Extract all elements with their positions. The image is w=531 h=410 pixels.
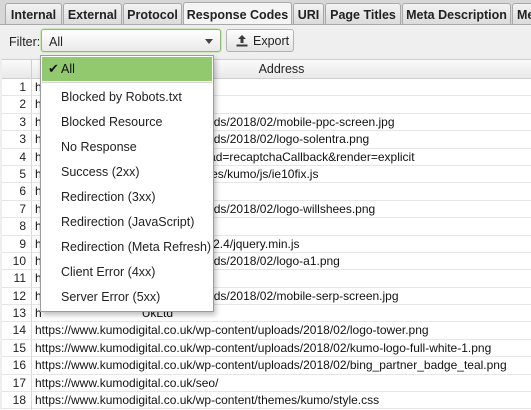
tab-internal[interactable]: Internal <box>5 3 62 24</box>
option-label: Client Error (4xx) <box>61 265 156 279</box>
option-label: Blocked by Robots.txt <box>61 90 182 104</box>
table-row[interactable]: 16 https://www.kumodigital.co.uk/wp-conte… <box>2 357 531 375</box>
tab-uri[interactable]: URI <box>293 3 324 24</box>
filter-label: Filter: <box>9 35 41 49</box>
row-number: 6 <box>2 183 32 201</box>
row-address: https://www.kumodigital.co.uk/seo/ <box>35 375 219 390</box>
filter-toolbar: Filter: All Export <box>0 25 531 57</box>
export-button[interactable]: Export <box>226 29 294 52</box>
row-number: 5 <box>2 165 32 183</box>
filter-option-blocked-by-robots[interactable]: Blocked by Robots.txt <box>42 85 212 109</box>
tab-response-codes[interactable]: Response Codes <box>183 2 292 24</box>
row-number: 4 <box>2 148 32 166</box>
option-label: Redirection (JavaScript) <box>61 215 195 229</box>
export-icon <box>236 35 248 47</box>
export-label: Export <box>253 34 290 48</box>
row-number: 10 <box>2 252 32 270</box>
row-number: 13 <box>2 305 32 323</box>
filter-option-server-error-5xx[interactable]: Server Error (5xx) <box>42 285 212 309</box>
row-number: 15 <box>2 339 32 357</box>
filter-dropdown-menu: ✔ All Blocked by Robots.txt Blocked Reso… <box>40 55 214 312</box>
filter-option-blocked-resource[interactable]: Blocked Resource <box>42 110 212 134</box>
table-row[interactable]: 14 https://www.kumodigital.co.uk/wp-conte… <box>2 322 531 340</box>
option-label: No Response <box>61 140 137 154</box>
table-row[interactable]: 15 https://www.kumodigital.co.uk/wp-conte… <box>2 339 531 358</box>
option-label: All <box>61 62 75 76</box>
option-label: Server Error (5xx) <box>61 290 161 304</box>
row-number: 8 <box>2 218 32 236</box>
row-number: 12 <box>2 287 32 305</box>
tab-external[interactable]: External <box>63 3 122 24</box>
filter-option-redirection-3xx[interactable]: Redirection (3xx) <box>42 185 212 209</box>
row-number: 17 <box>2 374 32 392</box>
row-number: 3 <box>2 131 32 149</box>
row-address: https://www.kumodigital.co.uk/wp-content… <box>35 358 507 373</box>
row-number-header[interactable] <box>2 60 32 78</box>
filter-selected-value: All <box>49 35 63 49</box>
row-number: 18 <box>2 392 32 410</box>
table-row[interactable]: 18 https://www.kumodigital.co.uk/wp-conte… <box>2 392 531 410</box>
row-address: https://www.kumodigital.co.uk/wp-content… <box>35 340 492 355</box>
row-number: 9 <box>2 235 32 253</box>
table-row[interactable]: 17 https://www.kumodigital.co.uk/seo/ <box>2 374 531 393</box>
chevron-down-icon <box>205 39 213 44</box>
row-address: https://www.kumodigital.co.uk/wp-content… <box>35 393 380 408</box>
row-number: 7 <box>2 200 32 218</box>
row-number: 11 <box>2 270 32 288</box>
tab-page-titles[interactable]: Page Titles <box>325 3 401 24</box>
tab-protocol[interactable]: Protocol <box>123 3 182 24</box>
filter-select[interactable]: All <box>41 29 221 52</box>
row-number: 1 <box>2 79 32 96</box>
row-number: 3 <box>2 113 32 131</box>
row-number: 2 <box>2 96 32 114</box>
filter-option-all[interactable]: ✔ All <box>42 57 212 81</box>
option-label: Redirection (3xx) <box>61 190 156 204</box>
row-number: 14 <box>2 322 32 340</box>
tab-bar: Internal External Protocol Response Code… <box>0 0 531 25</box>
filter-option-no-response[interactable]: No Response <box>42 135 212 159</box>
row-address: https://www.kumodigital.co.uk/wp-content… <box>35 323 429 338</box>
row-number: 16 <box>2 357 32 375</box>
menu-divider <box>42 82 212 83</box>
option-label: Blocked Resource <box>61 115 163 129</box>
option-label: Redirection (Meta Refresh) <box>61 240 212 254</box>
filter-option-redirection-meta-refresh[interactable]: Redirection (Meta Refresh) <box>42 235 212 259</box>
filter-option-client-error-4xx[interactable]: Client Error (4xx) <box>42 260 212 284</box>
option-label: Success (2xx) <box>61 165 140 179</box>
check-icon: ✔ <box>48 61 59 76</box>
filter-option-success-2xx[interactable]: Success (2xx) <box>42 160 212 184</box>
filter-option-redirection-javascript[interactable]: Redirection (JavaScript) <box>42 210 212 234</box>
tab-meta-description[interactable]: Meta Description <box>402 3 511 24</box>
tab-meta-keywords[interactable]: Me <box>512 3 531 24</box>
